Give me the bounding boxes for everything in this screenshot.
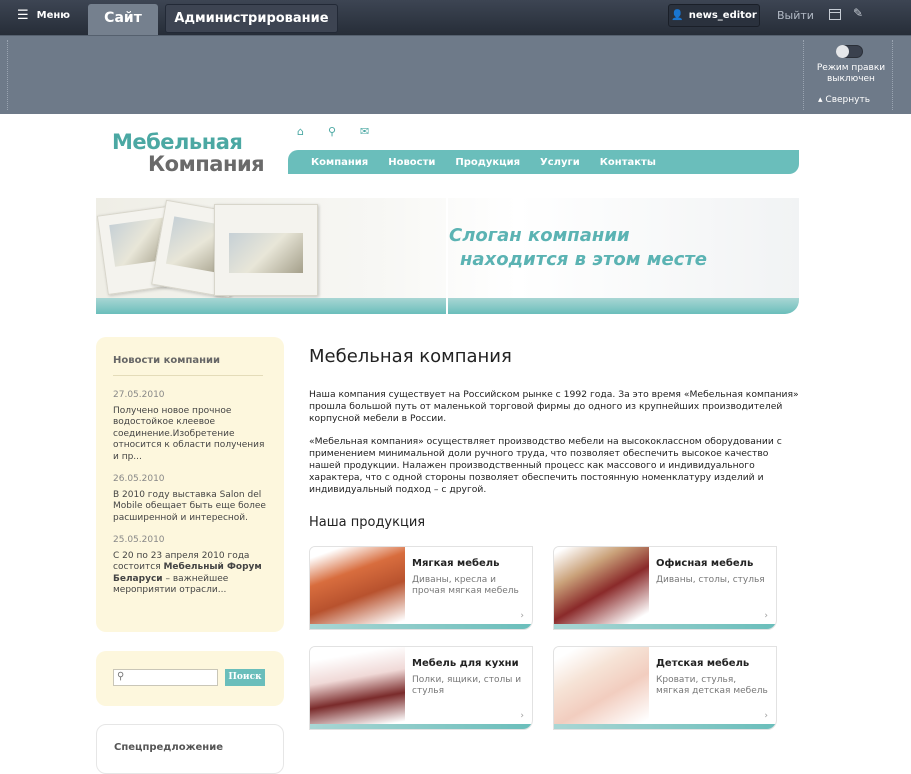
specials-box: Спецпредложение — [96, 724, 284, 774]
product-title[interactable]: Офисная мебель — [656, 558, 753, 569]
product-image — [310, 547, 405, 626]
tab-site[interactable]: Сайт — [88, 4, 158, 35]
nav-item-news[interactable]: Новости — [388, 157, 435, 168]
nav-item-contacts[interactable]: Контакты — [600, 157, 656, 168]
site-page: Мебельная Компания ⌂ ⚲ ✉ Компания Новост… — [0, 114, 911, 774]
user-icon: 👤 — [671, 10, 684, 21]
search-icon[interactable]: ⚲ — [328, 125, 336, 138]
divider — [113, 375, 263, 376]
card-bar — [554, 624, 776, 629]
news-item: 27.05.2010 Получено новое прочное водост… — [113, 390, 273, 463]
news-text[interactable]: В 2010 году выставка Salon del Mobile об… — [113, 490, 273, 525]
product-desc: Кровати, стулья, мягкая детская мебель — [656, 675, 768, 696]
admin-topbar: ☰ Меню Сайт Администрирование 👤 news_edi… — [0, 0, 911, 35]
user-name: news_editor — [688, 10, 757, 21]
product-card[interactable]: Детская мебель Кровати, стулья, мягкая д… — [553, 646, 777, 730]
news-text[interactable]: С 20 по 23 апреля 2010 года состоится Ме… — [113, 551, 273, 597]
header-icons: ⌂ ⚲ ✉ — [297, 125, 369, 138]
main-nav: Компания Новости Продукция Услуги Контак… — [288, 150, 799, 174]
news-item: 26.05.2010 В 2010 году выставка Salon de… — [113, 474, 273, 524]
product-card[interactable]: Офисная мебель Диваны, столы, стулья › — [553, 546, 777, 630]
product-card[interactable]: Мягкая мебель Диваны, кресла и прочая мя… — [309, 546, 533, 630]
banner-divider — [446, 198, 448, 314]
news-text[interactable]: Получено новое прочное водостойкое клеев… — [113, 406, 273, 464]
nav-item-products[interactable]: Продукция — [455, 157, 520, 168]
news-date: 26.05.2010 — [113, 474, 165, 484]
card-bar — [310, 624, 532, 629]
news-box-title: Новости компании — [113, 355, 221, 366]
chevron-right-icon[interactable]: › — [764, 611, 768, 621]
product-desc: Диваны, кресла и прочая мягкая мебель — [412, 575, 519, 596]
banner: Слоган компании находится в этом месте — [96, 198, 799, 314]
search-button[interactable]: Поиск — [225, 669, 265, 686]
nav-item-services[interactable]: Услуги — [540, 157, 580, 168]
news-item: 25.05.2010 С 20 по 23 апреля 2010 года с… — [113, 535, 273, 597]
product-title[interactable]: Мягкая мебель — [412, 558, 499, 569]
logo-line2[interactable]: Компания — [148, 152, 265, 176]
product-title[interactable]: Мебель для кухни — [412, 658, 519, 669]
product-image — [554, 647, 649, 726]
product-image — [310, 647, 405, 726]
mail-icon[interactable]: ✉ — [360, 125, 369, 138]
user-button[interactable]: 👤 news_editor — [668, 4, 760, 27]
product-desc: Диваны, столы, стулья — [656, 575, 765, 585]
intro-paragraph: «Мебельная компания» осуществляет произв… — [309, 436, 782, 495]
divider — [803, 40, 804, 110]
chevron-right-icon[interactable]: › — [520, 611, 524, 621]
chevron-up-icon: ▴ — [818, 95, 823, 105]
edit-mode-toggle[interactable] — [836, 45, 863, 58]
logout-link[interactable]: Выйти — [777, 9, 814, 22]
intro-paragraph: Наша компания существует на Российском р… — [309, 389, 799, 424]
product-image — [554, 547, 649, 626]
product-card[interactable]: Мебель для кухни Полки, ящики, столы и с… — [309, 646, 533, 730]
chevron-right-icon[interactable]: › — [520, 711, 524, 721]
hamburger-icon: ☰ — [17, 8, 29, 23]
specials-title: Спецпредложение — [114, 742, 223, 753]
divider — [7, 40, 8, 110]
products-title: Наша продукция — [309, 515, 426, 530]
admin-panel: ☰ Меню Сайт Администрирование 👤 news_edi… — [0, 0, 911, 114]
chevron-right-icon[interactable]: › — [764, 711, 768, 721]
news-box: Новости компании 27.05.2010 Получено нов… — [96, 337, 284, 632]
card-bar — [554, 724, 776, 729]
slogan: Слоган компании находится в этом месте — [449, 225, 707, 270]
divider — [892, 40, 893, 110]
home-icon[interactable]: ⌂ — [297, 125, 304, 138]
search-icon: ⚲ — [117, 671, 125, 682]
news-date: 25.05.2010 — [113, 535, 165, 545]
logo-line1[interactable]: Мебельная — [112, 130, 243, 154]
pin-icon[interactable]: ✎ — [853, 6, 863, 20]
news-date: 27.05.2010 — [113, 390, 165, 400]
card-bar — [310, 724, 532, 729]
window-icon[interactable] — [829, 9, 841, 20]
menu-label: Меню — [36, 10, 71, 21]
menu-button[interactable]: ☰ Меню — [17, 8, 70, 23]
tab-administration[interactable]: Администрирование — [165, 4, 338, 33]
nav-item-company[interactable]: Компания — [311, 157, 368, 168]
page-title: Мебельная компания — [309, 346, 512, 367]
product-desc: Полки, ящики, столы и стулья — [412, 675, 522, 696]
banner-photo — [214, 204, 318, 296]
collapse-link[interactable]: ▴ Свернуть — [818, 95, 870, 105]
product-title[interactable]: Детская мебель — [656, 658, 749, 669]
search-box: ⚲ Поиск — [96, 651, 284, 706]
search-input[interactable]: ⚲ — [113, 669, 218, 686]
admin-toolbar-area — [0, 35, 911, 114]
edit-mode-label: Режим правки выключен — [816, 63, 886, 84]
